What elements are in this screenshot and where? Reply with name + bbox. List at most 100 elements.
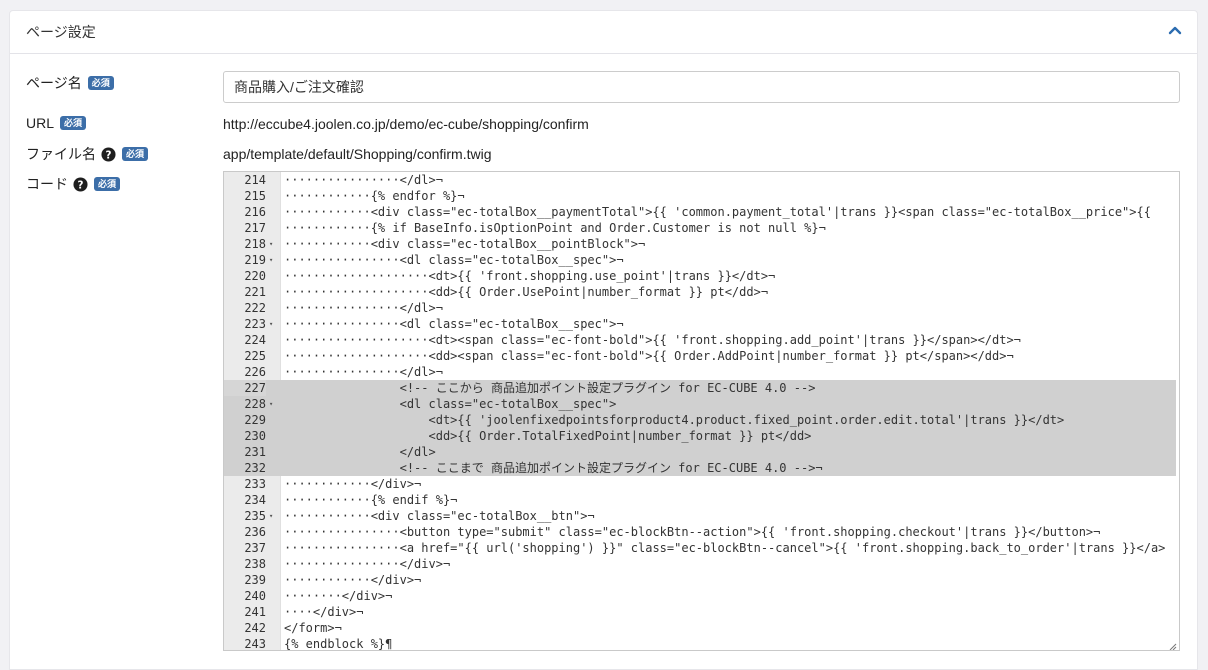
code-line[interactable]: 218 ▾ ············<div class="ec-totalBox_… xyxy=(224,236,1176,252)
code-line[interactable]: 233 ············</div>¬ xyxy=(224,476,1176,492)
code-line[interactable]: 226 ················</dl>¬ xyxy=(224,364,1176,380)
line-number: 243 xyxy=(244,637,266,651)
resize-handle-icon[interactable] xyxy=(1167,638,1177,650)
code-text: </form>¬ xyxy=(284,621,342,635)
line-number: 232 xyxy=(244,461,266,475)
line-number: 236 xyxy=(244,525,266,539)
code-line[interactable]: 224 ····················<dt><span class="… xyxy=(224,332,1176,348)
page-name-label: ページ名 xyxy=(26,75,82,91)
line-number: 240 xyxy=(244,589,266,603)
code-text: ····················<dt>{{ 'front.shoppi… xyxy=(284,269,776,283)
code-line[interactable]: 228 ▾ <dl class="ec-totalBox__spec"> xyxy=(224,396,1176,412)
line-number: 233 xyxy=(244,477,266,491)
code-line[interactable]: 239 ············</div>¬ xyxy=(224,572,1176,588)
code-text: ················</dl>¬ xyxy=(284,365,443,379)
fold-arrow-icon[interactable]: ▾ xyxy=(269,396,277,412)
code-text: ············<div class="ec-totalBox__btn… xyxy=(284,509,595,523)
question-circle-icon[interactable]: ? xyxy=(101,146,116,162)
code-line[interactable]: 236 ················<button type="submit"… xyxy=(224,524,1176,540)
code-line[interactable]: 240 ········</div>¬ xyxy=(224,588,1176,604)
chevron-up-icon[interactable] xyxy=(1167,23,1183,39)
code-text: ········</div>¬ xyxy=(284,589,393,603)
code-line[interactable]: 225 ····················<dd><span class="… xyxy=(224,348,1176,364)
card-header: ページ設定 xyxy=(10,11,1197,54)
url-label-row: URL 必須 xyxy=(26,115,87,131)
line-number: 215 xyxy=(244,189,266,203)
line-number: 222 xyxy=(244,301,266,315)
code-label-row: コード ? 必須 xyxy=(26,174,121,194)
code-line[interactable]: 238 ················</div>¬ xyxy=(224,556,1176,572)
fold-arrow-icon[interactable]: ▾ xyxy=(269,236,277,252)
code-line[interactable]: 232 <!-- ここまで 商品追加ポイント設定プラグイン for EC-CUB… xyxy=(224,460,1176,476)
code-text: ····················<dd>{{ Order.UsePoin… xyxy=(284,285,769,299)
line-number: 216 xyxy=(244,205,266,219)
code-line[interactable]: 223 ▾ ················<dl class="ec-totalB… xyxy=(224,316,1176,332)
code-text: ············{% endif %}¬ xyxy=(284,493,458,507)
code-line[interactable]: 221 ····················<dd>{{ Order.UseP… xyxy=(224,284,1176,300)
file-name-label: ファイル名 xyxy=(26,146,96,162)
code-text: ················</dl>¬ xyxy=(284,301,443,315)
code-line[interactable]: 229 <dt>{{ 'joolenfixedpointsforproduct4… xyxy=(224,412,1176,428)
code-line[interactable]: 243 {% endblock %}¶ xyxy=(224,636,1176,651)
url-label: URL xyxy=(26,115,55,131)
line-number: 220 xyxy=(244,269,266,283)
line-number: 225 xyxy=(244,349,266,363)
line-number: 228 xyxy=(244,397,266,411)
code-line[interactable]: 227 <!-- ここから 商品追加ポイント設定プラグイン for EC-CUB… xyxy=(224,380,1176,396)
code-line[interactable]: 216 ············<div class="ec-totalBox__… xyxy=(224,204,1176,220)
code-text: ················<dl class="ec-totalBox__… xyxy=(284,253,624,267)
code-line[interactable]: 230 <dd>{{ Order.TotalFixedPoint|number_… xyxy=(224,428,1176,444)
fold-arrow-icon[interactable]: ▾ xyxy=(269,508,277,524)
code-line[interactable]: 237 ················<a href="{{ url('shop… xyxy=(224,540,1176,556)
code-text: ············<div class="ec-totalBox__pay… xyxy=(284,205,1151,219)
code-text: <dd>{{ Order.TotalFixedPoint|number_form… xyxy=(284,429,812,443)
page-name-input[interactable] xyxy=(223,71,1180,103)
page-settings-card: ページ設定 ページ名 必須 URL 必須 http://eccube4.jool… xyxy=(9,10,1198,670)
code-label: コード xyxy=(26,176,68,192)
code-text: {% endblock %}¶ xyxy=(284,637,393,651)
line-number: 229 xyxy=(244,413,266,427)
code-editor[interactable]: 214 ················</dl>¬ 215 ············… xyxy=(223,171,1180,651)
line-number: 239 xyxy=(244,573,266,587)
code-line[interactable]: 241 ····</div>¬ xyxy=(224,604,1176,620)
code-text: ············{% if BaseInfo.isOptionPoint… xyxy=(284,221,826,235)
file-name-value: app/template/default/Shopping/confirm.tw… xyxy=(223,146,492,162)
line-number: 230 xyxy=(244,429,266,443)
code-line[interactable]: 222 ················</dl>¬ xyxy=(224,300,1176,316)
code-line[interactable]: 217 ············{% if BaseInfo.isOptionPo… xyxy=(224,220,1176,236)
line-number: 214 xyxy=(244,173,266,187)
code-line[interactable]: 235 ▾ ············<div class="ec-totalBox_… xyxy=(224,508,1176,524)
code-text: ····</div>¬ xyxy=(284,605,364,619)
code-text: </dl> xyxy=(284,445,436,459)
code-text: <dt>{{ 'joolenfixedpointsforproduct4.pro… xyxy=(284,413,1065,427)
fold-arrow-icon[interactable]: ▾ xyxy=(269,252,277,268)
svg-text:?: ? xyxy=(78,179,84,191)
url-value: http://eccube4.joolen.co.jp/demo/ec-cube… xyxy=(223,116,589,132)
code-line[interactable]: 219 ▾ ················<dl class="ec-totalB… xyxy=(224,252,1176,268)
line-number: 235 xyxy=(244,509,266,523)
code-text: ················<a href="{{ url('shoppin… xyxy=(284,541,1166,555)
code-line[interactable]: 215 ············{% endfor %}¬ xyxy=(224,188,1176,204)
code-text: ····················<dt><span class="ec-… xyxy=(284,333,1021,347)
code-text: ················<dl class="ec-totalBox__… xyxy=(284,317,624,331)
fold-arrow-icon[interactable]: ▾ xyxy=(269,316,277,332)
line-number: 226 xyxy=(244,365,266,379)
line-number: 217 xyxy=(244,221,266,235)
code-text: ············<div class="ec-totalBox__poi… xyxy=(284,237,646,251)
required-badge: 必須 xyxy=(94,177,121,191)
section-title: ページ設定 xyxy=(26,24,96,40)
question-circle-icon[interactable]: ? xyxy=(73,176,88,192)
line-number: 238 xyxy=(244,557,266,571)
code-line[interactable]: 214 ················</dl>¬ xyxy=(224,172,1176,188)
code-line[interactable]: 242 </form>¬ xyxy=(224,620,1176,636)
line-number: 224 xyxy=(244,333,266,347)
code-line[interactable]: 220 ····················<dt>{{ 'front.sho… xyxy=(224,268,1176,284)
code-text: ················</div>¬ xyxy=(284,557,451,571)
code-text: <!-- ここまで 商品追加ポイント設定プラグイン for EC-CUBE 4.… xyxy=(284,461,823,475)
code-text: ····················<dd><span class="ec-… xyxy=(284,349,1014,363)
line-number: 223 xyxy=(244,317,266,331)
code-line[interactable]: 234 ············{% endif %}¬ xyxy=(224,492,1176,508)
code-line[interactable]: 231 </dl> xyxy=(224,444,1176,460)
code-text: ················<button type="submit" cl… xyxy=(284,525,1101,539)
line-number: 242 xyxy=(244,621,266,635)
